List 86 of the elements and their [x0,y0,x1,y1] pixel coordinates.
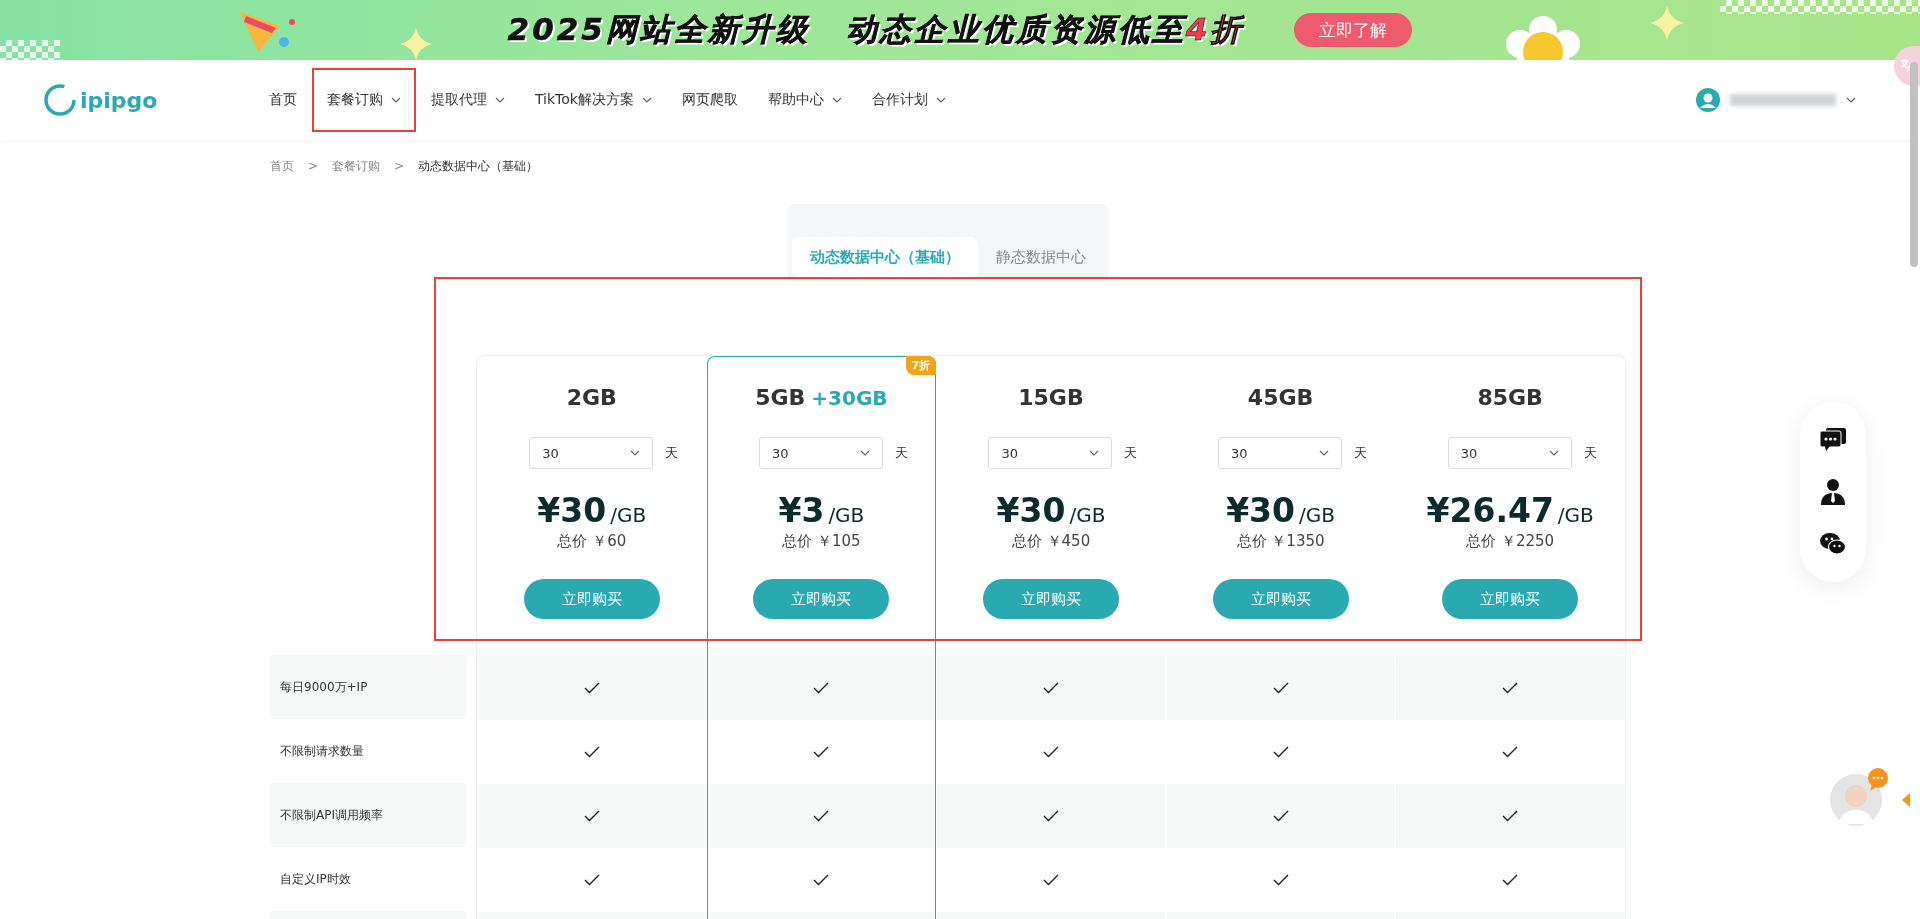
price-amount: ¥30 [996,491,1066,530]
feature-label: 自定义IP时效 [280,870,351,888]
user-avatar-icon[interactable] [1696,88,1720,112]
chat-icon[interactable] [1820,427,1846,452]
feature-label: 不限制请求数量 [280,742,364,760]
price-amount: ¥30 [537,491,607,530]
total-price: 总价 ￥60 [557,532,627,551]
price-unit: /GB [1069,503,1106,527]
collapse-arrow-icon[interactable] [1902,793,1910,807]
days-unit: 天 [665,444,679,462]
breadcrumb-separator: > [308,159,319,173]
banner-promo: 动态企业优质资源低至4折 [845,10,1245,49]
nav-item[interactable]: 帮助中心 [752,68,857,132]
days-select[interactable]: 30 [529,437,654,469]
caret-icon [1319,450,1330,456]
check-icon [583,682,600,694]
nav-item[interactable]: 首页 [254,68,312,132]
check-icon [813,874,830,886]
days-select[interactable]: 30 [758,437,883,469]
banner-headline: 2025网站全新升级 [507,10,810,49]
caret-icon [1548,450,1559,456]
plan-size: 15GB [1018,385,1084,410]
check-icon [1272,810,1289,822]
caret-icon [1846,97,1856,103]
check-icon [583,810,600,822]
plan-size: 45GB [1247,385,1314,410]
check-icon [1502,746,1519,758]
price-unit: /GB [610,503,647,527]
breadcrumb-item[interactable]: 套餐订购 [332,157,381,175]
check-icon [1043,810,1059,822]
breadcrumb-separator: > [394,159,405,173]
checker-pattern [0,40,60,60]
total-price: 总价 ￥105 [782,532,861,551]
price-amount: ¥30 [1226,491,1296,530]
nav-item[interactable]: 套餐订购 [312,68,416,132]
check-icon [813,746,830,758]
feature-label: 不限制API调用频率 [280,806,383,824]
days-unit: 天 [894,444,908,462]
plan-size: 2GB [566,385,617,410]
days-unit: 天 [1354,444,1368,462]
sparkle-icon [1650,6,1684,40]
check-icon [1502,874,1519,886]
breadcrumb-item[interactable]: 首页 [270,157,294,175]
price-unit: /GB [1557,503,1594,527]
check-icon [1043,874,1059,886]
check-icon [813,682,830,694]
days-unit: 天 [1124,444,1138,462]
plan-size: 5GB [755,385,806,410]
sparkle-icon [400,28,432,60]
total-price: 总价 ￥2250 [1466,532,1555,551]
scrollbar-thumb[interactable] [1910,62,1918,267]
price-amount: ¥26.47 [1426,491,1554,530]
nav-item[interactable]: 提取代理 [416,68,520,132]
total-price: 总价 ￥1350 [1236,532,1325,551]
nav-item[interactable]: 网页爬取 [666,68,753,132]
days-select[interactable]: 30 [1218,437,1343,469]
check-icon [1502,810,1519,822]
support-avatar-icon[interactable] [1830,768,1890,828]
caret-icon [630,450,641,456]
breadcrumb-item: 动态数据中心（基础） [418,157,539,175]
price-amount: ¥3 [778,491,825,530]
check-icon [1272,874,1289,886]
caret-icon [859,450,870,456]
person-icon[interactable] [1820,479,1846,505]
check-icon [583,874,600,886]
check-icon [583,746,600,758]
check-icon [1043,746,1059,758]
wechat-icon[interactable] [1820,532,1846,557]
bonus-amount: +30GB [811,386,888,410]
check-icon [813,810,830,822]
feature-label: 每日9000万+IP [280,678,368,696]
check-icon [1043,682,1059,694]
days-select[interactable]: 30 [1447,437,1572,469]
total-price: 总价 ￥450 [1011,532,1091,551]
days-unit: 天 [1583,444,1597,462]
days-select[interactable]: 30 [988,437,1113,469]
nav-item[interactable]: TikTok解决方案 [520,68,667,132]
check-icon [1272,682,1289,694]
price-unit: /GB [1299,503,1335,527]
discount-badge: 7折 [905,356,937,375]
caret-icon [1089,450,1100,456]
price-unit: /GB [828,503,865,527]
check-icon [1502,682,1519,694]
check-icon [1272,746,1289,758]
plan-size: 85GB [1477,385,1543,410]
nav-item[interactable]: 合作计划 [856,68,961,132]
